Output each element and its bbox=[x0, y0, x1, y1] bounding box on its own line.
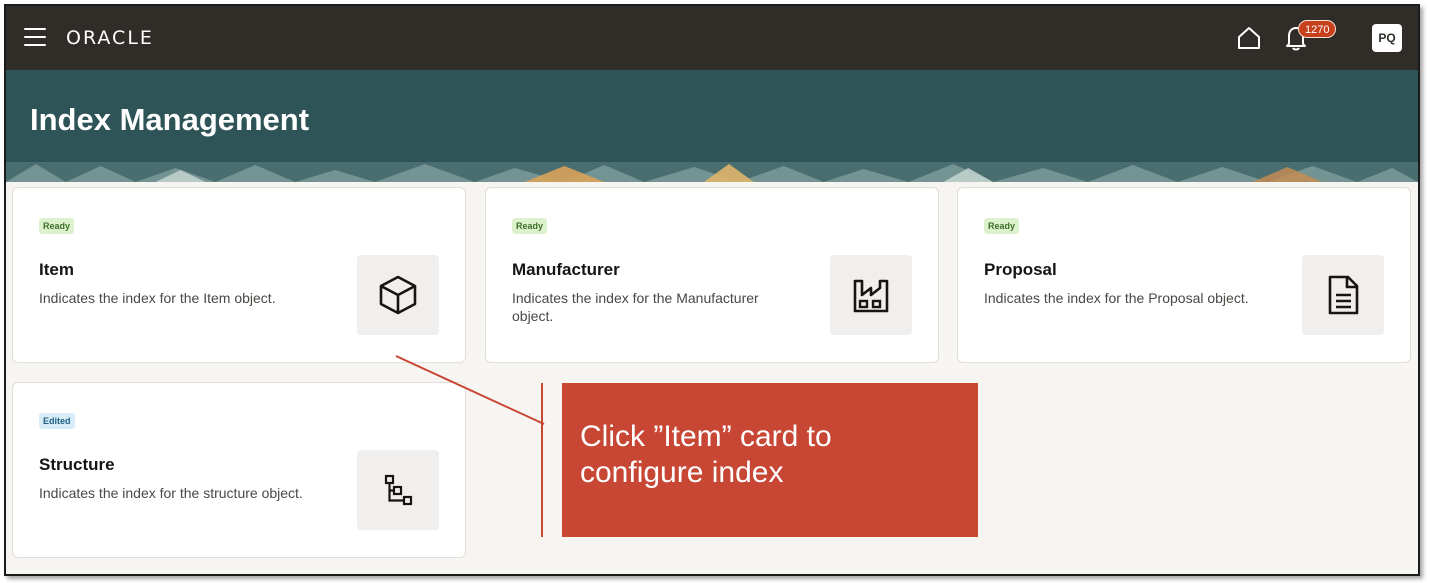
card-description: Indicates the index for the Proposal obj… bbox=[984, 290, 1249, 306]
notification-count-badge[interactable]: 1270 bbox=[1298, 20, 1337, 38]
header-decorative-pattern bbox=[6, 162, 1418, 182]
oracle-logo: ORACLE bbox=[66, 27, 154, 49]
card-description: Indicates the index for the Manufacturer… bbox=[512, 290, 759, 324]
status-badge: Ready bbox=[512, 218, 548, 234]
app-window: ORACLE 1270 PQ Index Management Ready It… bbox=[4, 4, 1420, 576]
user-avatar[interactable]: PQ bbox=[1372, 24, 1402, 52]
document-icon bbox=[1328, 275, 1359, 315]
hamburger-menu-icon[interactable] bbox=[24, 28, 46, 46]
callout-text: Click ”Item” card to configure index bbox=[580, 420, 832, 489]
status-badge: Ready bbox=[39, 218, 75, 234]
status-badge: Ready bbox=[984, 218, 1020, 234]
item-card[interactable]: Ready Item Indicates the index for the I… bbox=[12, 187, 466, 363]
factory-icon bbox=[853, 279, 889, 313]
proposal-card[interactable]: Ready Proposal Indicates the index for t… bbox=[957, 187, 1411, 363]
hierarchy-icon bbox=[384, 474, 413, 506]
card-icon-container bbox=[357, 450, 439, 530]
card-icon-container bbox=[1302, 255, 1384, 335]
card-title: Proposal bbox=[984, 260, 1057, 279]
structure-card[interactable]: Edited Structure Indicates the index for… bbox=[12, 382, 466, 558]
card-icon-container bbox=[357, 255, 439, 335]
card-title: Structure bbox=[39, 455, 115, 474]
callout-box: Click ”Item” card to configure index bbox=[562, 383, 978, 537]
home-icon[interactable] bbox=[1236, 25, 1262, 51]
card-title: Manufacturer bbox=[512, 260, 620, 279]
page-header: Index Management bbox=[6, 70, 1418, 182]
page-title: Index Management bbox=[30, 102, 310, 137]
cube-icon bbox=[379, 275, 417, 315]
manufacturer-card[interactable]: Ready Manufacturer Indicates the index f… bbox=[485, 187, 939, 363]
card-icon-container bbox=[830, 255, 912, 335]
top-bar: ORACLE 1270 PQ bbox=[6, 6, 1418, 70]
status-badge: Edited bbox=[39, 413, 75, 429]
card-title: Item bbox=[39, 260, 74, 279]
card-description: Indicates the index for the Item object. bbox=[39, 290, 276, 306]
card-description: Indicates the index for the structure ob… bbox=[39, 485, 303, 501]
